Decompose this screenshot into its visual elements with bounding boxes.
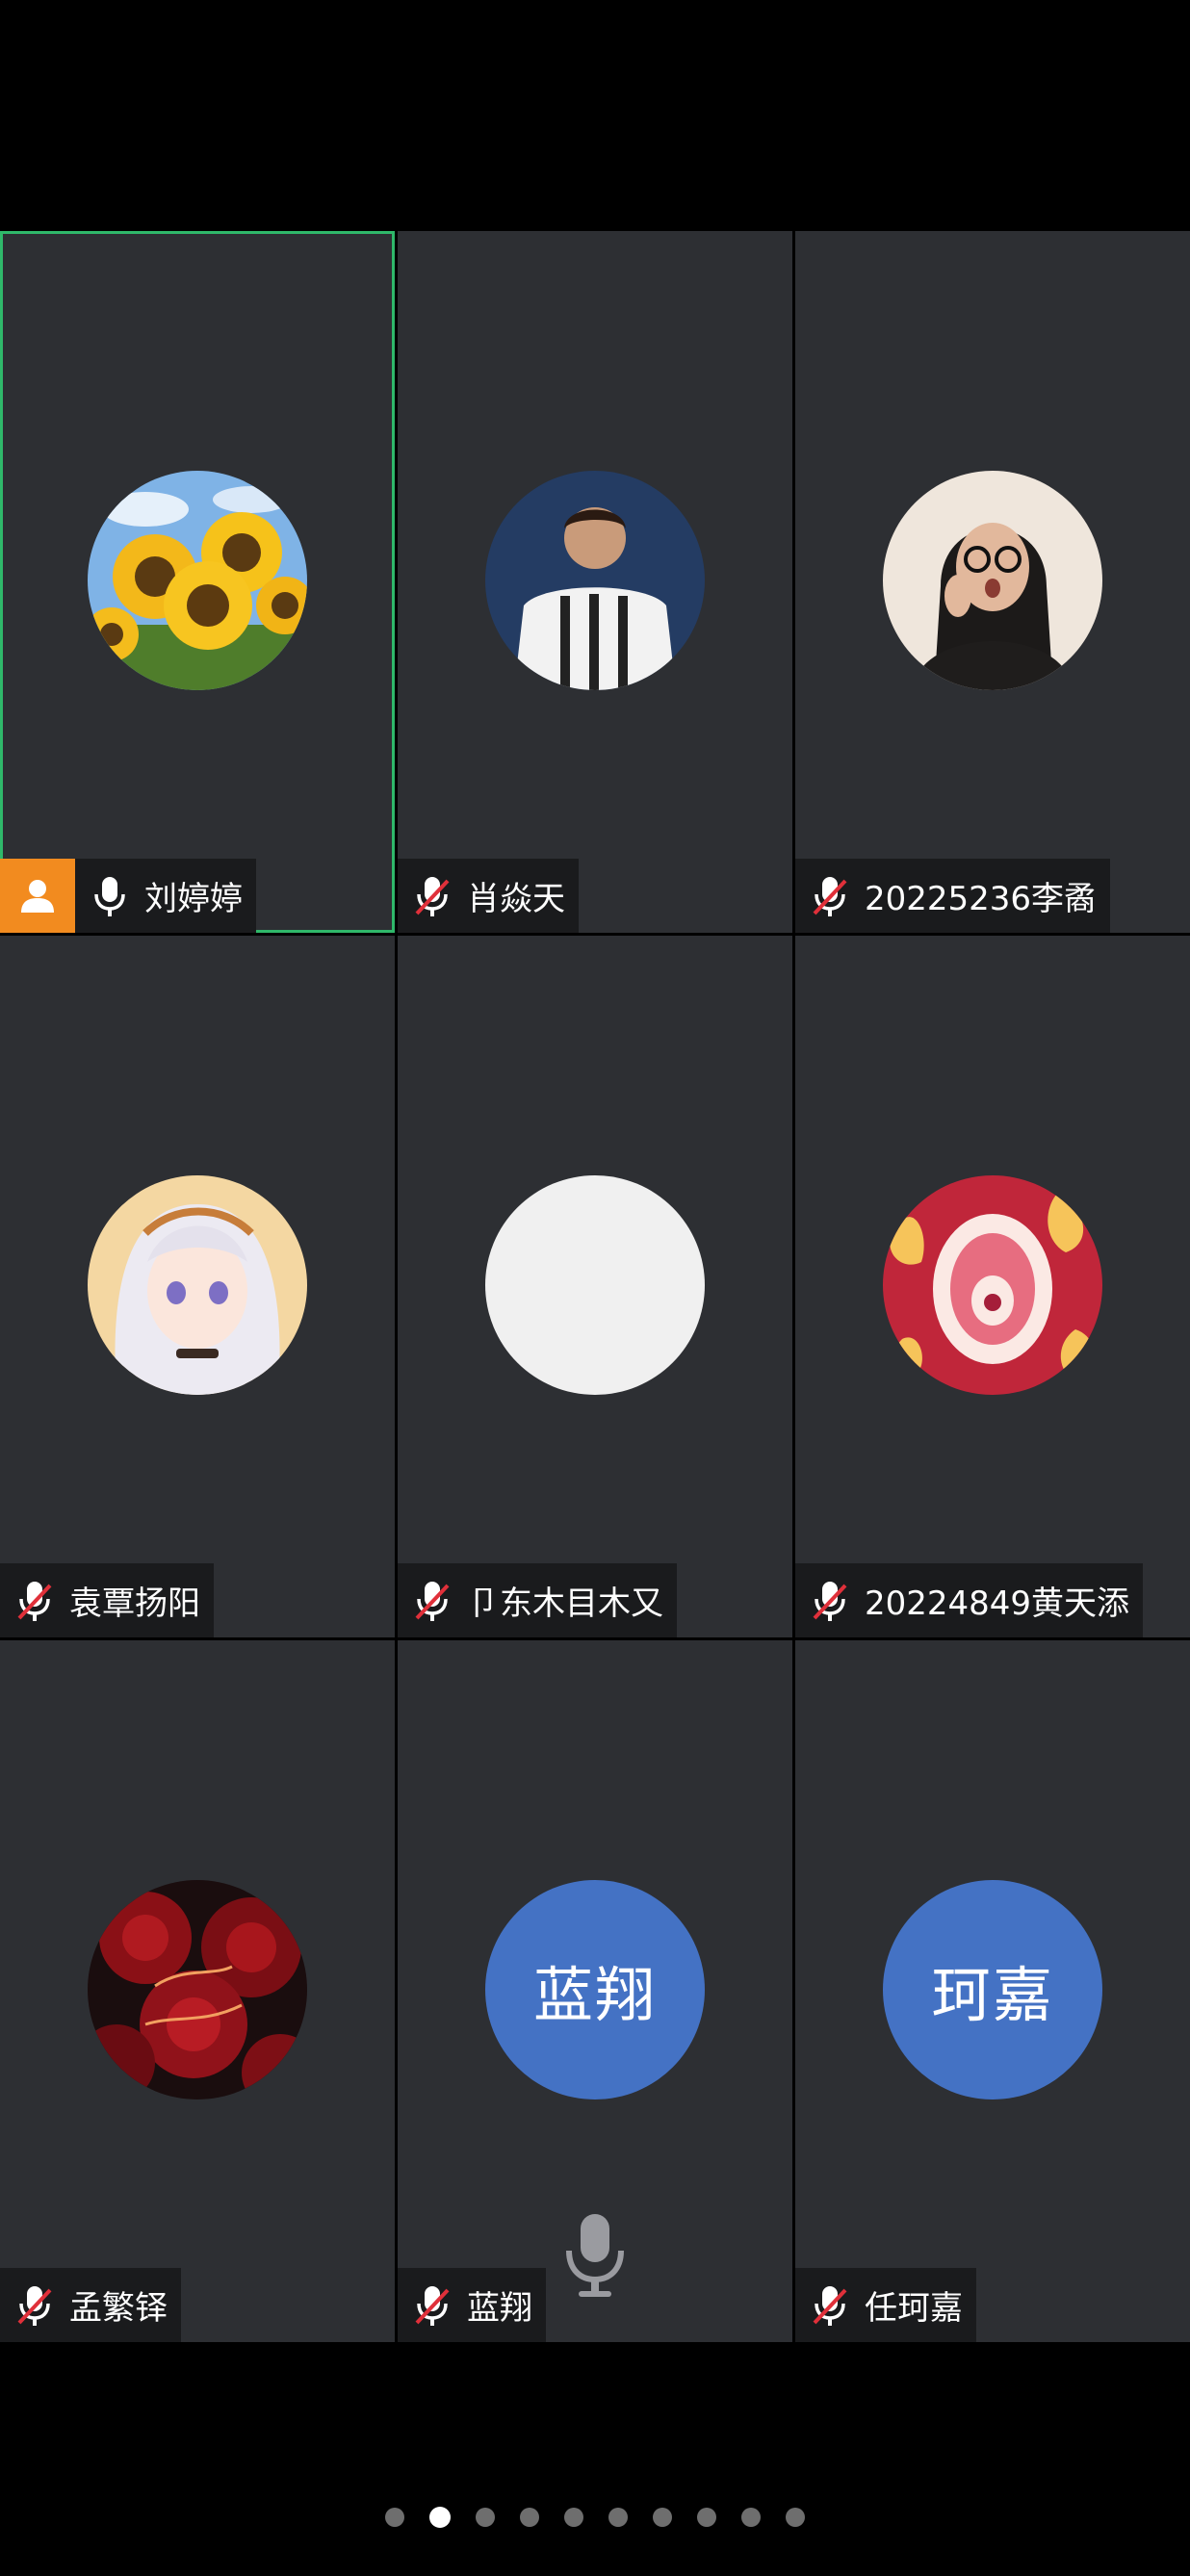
- participant-name: 刘婷婷: [144, 880, 243, 918]
- participant-name: 20224849黄天添: [865, 1584, 1130, 1623]
- avatar: [883, 1175, 1102, 1395]
- participant-name: 肖焱天: [467, 880, 565, 918]
- name-bar: 卩东木目木又: [398, 1563, 677, 1637]
- page-dot[interactable]: [697, 2508, 716, 2527]
- avatar: [485, 471, 705, 690]
- name-pill: 刘婷婷: [75, 859, 256, 933]
- name-bar: 任珂嘉: [795, 2268, 976, 2342]
- page-indicator[interactable]: [0, 2503, 1190, 2532]
- participant-tile[interactable]: 袁覃扬阳: [0, 936, 395, 1637]
- meeting-screen: 刘婷婷 肖焱天 20225236李矞 袁覃扬阳 卩东木目木又 20224849黄…: [0, 0, 1190, 2576]
- page-dot[interactable]: [608, 2508, 628, 2527]
- microphone-icon[interactable]: [87, 873, 133, 919]
- page-dot[interactable]: [653, 2508, 672, 2527]
- name-pill: 蓝翔: [398, 2268, 546, 2342]
- page-dot-active[interactable]: [429, 2507, 451, 2528]
- cartoon-mouth-avatar: [883, 1175, 1102, 1395]
- girl-avatar: [883, 471, 1102, 690]
- microphone-muted-icon[interactable]: [12, 2282, 58, 2329]
- participant-tile[interactable]: 刘婷婷: [0, 231, 395, 933]
- avatar: [883, 471, 1102, 690]
- avatar: [88, 1175, 307, 1395]
- page-dot[interactable]: [520, 2508, 539, 2527]
- participant-name: 任珂嘉: [865, 2289, 963, 2328]
- microphone-muted-icon[interactable]: [807, 873, 853, 919]
- microphone-muted-icon[interactable]: [409, 873, 455, 919]
- floating-microphone-icon[interactable]: [561, 2212, 629, 2299]
- sunflower-avatar: [88, 471, 307, 690]
- avatar: [88, 471, 307, 690]
- microphone-muted-icon[interactable]: [409, 2282, 455, 2329]
- participant-tile[interactable]: 孟繁铎: [0, 1640, 395, 2342]
- page-dot[interactable]: [741, 2508, 761, 2527]
- host-badge: [0, 859, 75, 933]
- microphone-muted-icon[interactable]: [807, 1578, 853, 1624]
- name-pill: 肖焱天: [398, 859, 579, 933]
- name-bar: 刘婷婷: [0, 859, 256, 933]
- avatar-initials: 蓝翔: [532, 1960, 657, 2030]
- microphone-muted-icon[interactable]: [807, 2282, 853, 2329]
- avatar-text: 珂嘉: [883, 1880, 1102, 2099]
- avatar-text: 蓝翔: [485, 1880, 705, 2099]
- participant-tile[interactable]: 肖焱天: [398, 231, 792, 933]
- avatar-initials: 珂嘉: [930, 1960, 1054, 2030]
- participant-tile[interactable]: 卩东木目木又: [398, 936, 792, 1637]
- participant-grid: 刘婷婷 肖焱天 20225236李矞 袁覃扬阳 卩东木目木又 20224849黄…: [0, 231, 1190, 2345]
- name-bar: 袁覃扬阳: [0, 1563, 214, 1637]
- avatar-blank: [485, 1175, 705, 1395]
- participant-name: 卩东木目木又: [467, 1584, 663, 1623]
- participant-tile[interactable]: 珂嘉 任珂嘉: [795, 1640, 1190, 2342]
- anime-avatar: [88, 1175, 307, 1395]
- name-pill: 袁覃扬阳: [0, 1563, 214, 1637]
- page-dot[interactable]: [476, 2508, 495, 2527]
- participant-name: 孟繁铎: [69, 2289, 168, 2328]
- page-dot[interactable]: [564, 2508, 583, 2527]
- person-icon: [21, 879, 54, 913]
- microphone-muted-icon[interactable]: [409, 1578, 455, 1624]
- name-bar: 肖焱天: [398, 859, 579, 933]
- name-pill: 20225236李矞: [795, 859, 1111, 933]
- page-dot[interactable]: [786, 2508, 805, 2527]
- participant-tile[interactable]: 20224849黄天添: [795, 936, 1190, 1637]
- name-pill: 孟繁铎: [0, 2268, 181, 2342]
- participant-name: 蓝翔: [467, 2289, 532, 2328]
- name-pill: 卩东木目木又: [398, 1563, 677, 1637]
- name-bar: 孟繁铎: [0, 2268, 181, 2342]
- name-pill: 20224849黄天添: [795, 1563, 1144, 1637]
- participant-name: 20225236李矞: [865, 880, 1098, 918]
- name-bar: 20225236李矞: [795, 859, 1111, 933]
- name-pill: 任珂嘉: [795, 2268, 976, 2342]
- top-bar: [0, 0, 1190, 231]
- participant-tile[interactable]: 20225236李矞: [795, 231, 1190, 933]
- page-dot[interactable]: [385, 2508, 404, 2527]
- avatar: [88, 1880, 307, 2099]
- microphone-muted-icon[interactable]: [12, 1578, 58, 1624]
- participant-name: 袁覃扬阳: [69, 1584, 200, 1623]
- footballer-avatar: [485, 471, 705, 690]
- red-roses-avatar: [88, 1880, 307, 2099]
- name-bar: 20224849黄天添: [795, 1563, 1144, 1637]
- name-bar: 蓝翔: [398, 2268, 546, 2342]
